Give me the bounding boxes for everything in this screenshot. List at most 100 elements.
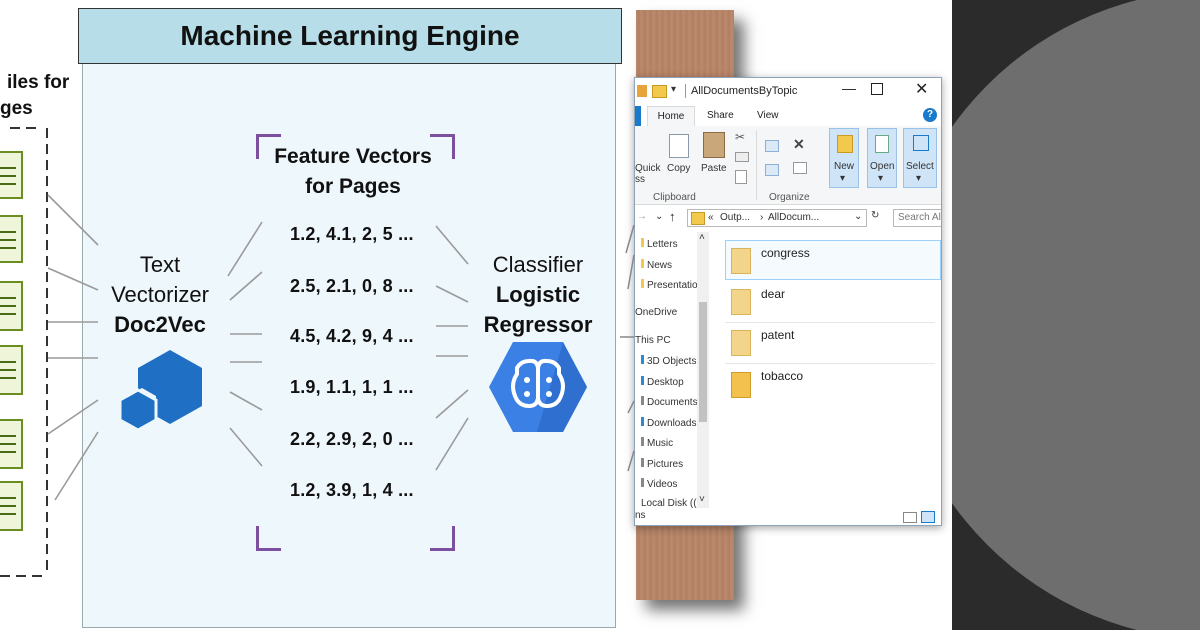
chevron-down-icon[interactable]: ⌄: [655, 211, 663, 222]
nav-item[interactable]: Desktop: [641, 376, 684, 388]
chevron-down-icon[interactable]: ▾: [671, 84, 676, 95]
paste-button[interactable]: Paste: [701, 163, 727, 174]
nav-item-this-pc[interactable]: This PC: [635, 335, 671, 346]
desktop-icon: [641, 376, 644, 385]
tab-share[interactable]: Share: [707, 110, 734, 121]
refresh-icon[interactable]: ↻: [871, 210, 879, 221]
bracket-bottom-left: [256, 526, 281, 551]
open-button[interactable]: Open ▾: [867, 128, 897, 188]
folder-name[interactable]: dear: [761, 287, 785, 301]
folder-icon: [731, 248, 751, 274]
background-connector-ticks: [620, 225, 635, 472]
nav-item-onedrive[interactable]: OneDrive: [635, 307, 677, 318]
downloads-icon: [641, 417, 644, 426]
address-bar-row: → ⌄ ↑ « Outp... › AllDocum... ⌄ ↻ Search…: [635, 208, 941, 230]
divider: [725, 322, 935, 323]
chevron-down-icon[interactable]: ⌄: [854, 211, 862, 222]
scrollbar-thumb[interactable]: [699, 302, 707, 422]
pin-icon[interactable]: [637, 85, 647, 97]
quick-access-button[interactable]: Quick ss: [635, 163, 661, 185]
vectorizer-label: Text Vectorizer Doc2Vec: [111, 252, 209, 337]
select-all-icon: [913, 135, 929, 151]
folder-icon: [731, 372, 751, 398]
paste-shortcut-icon[interactable]: [735, 170, 747, 184]
folder-icon: [641, 238, 644, 247]
pictures-icon: [641, 458, 644, 467]
details-view-icon[interactable]: [903, 512, 917, 523]
folder-name[interactable]: congress: [761, 246, 810, 260]
file-explorer-window: ▾ AllDocumentsByTopic — ✕ Home Share Vie…: [634, 77, 942, 526]
copy-path-icon[interactable]: [735, 152, 749, 162]
nav-item[interactable]: Local Disk ((: [641, 498, 697, 508]
help-icon[interactable]: ?: [923, 108, 937, 122]
folder-name[interactable]: patent: [761, 328, 794, 342]
folder-row-congress[interactable]: [725, 240, 941, 280]
nav-item[interactable]: News: [641, 259, 672, 271]
clipboard-group-label: Clipboard: [653, 192, 696, 203]
folder-icon: [641, 259, 644, 268]
feature-vector-row: 2.5, 2.1, 0, 8 ...: [290, 276, 414, 296]
documents-icon: [641, 396, 644, 405]
tab-view[interactable]: View: [757, 110, 779, 121]
close-icon[interactable]: ✕: [915, 79, 928, 99]
doc2vec-icon: [118, 350, 202, 432]
up-arrow-icon[interactable]: ↑: [669, 209, 676, 224]
chevron-down-icon: ▾: [916, 173, 922, 184]
music-icon: [641, 437, 644, 446]
search-input[interactable]: Search Al: [893, 209, 941, 227]
copy-icon[interactable]: [669, 134, 689, 158]
bracket-bottom-right: [430, 526, 455, 551]
folder-icon: [731, 330, 751, 356]
classifier-label: Classifier Logistic Regressor: [483, 252, 593, 337]
rename-icon[interactable]: [793, 162, 807, 174]
nav-item[interactable]: Videos: [641, 478, 677, 490]
feature-vectors-title: Feature Vectors for Pages: [274, 145, 432, 198]
maximize-icon[interactable]: [871, 83, 883, 95]
select-button[interactable]: Select ▾: [903, 128, 937, 188]
nav-item[interactable]: 3D Objects: [641, 355, 696, 367]
ribbon-tabs: Home Share View ?: [635, 106, 941, 127]
chevron-down-icon[interactable]: ˅: [699, 494, 705, 505]
nav-scrollbar[interactable]: ˄ ˅: [697, 232, 709, 508]
nav-item[interactable]: Music: [641, 437, 673, 449]
nav-item[interactable]: Downloads: [641, 417, 696, 429]
divider: [756, 130, 757, 200]
tab-home[interactable]: Home: [647, 106, 695, 127]
folder-icon: [731, 289, 751, 315]
ribbon: Quick ss Copy Paste ✂ Clipboard ✕ Organiz…: [635, 126, 941, 205]
copy-to-icon[interactable]: [765, 164, 779, 176]
window-title: AllDocumentsByTopic: [691, 85, 798, 97]
new-folder-button[interactable]: New ▾: [829, 128, 859, 188]
nav-item[interactable]: Letters: [641, 238, 678, 250]
file-tab[interactable]: [635, 106, 641, 126]
videos-icon: [641, 478, 644, 487]
folder-icon: [641, 279, 644, 288]
nav-item[interactable]: Presentation: [641, 279, 703, 291]
folder-name[interactable]: tobacco: [761, 369, 803, 383]
gray-circle: [952, 0, 1200, 630]
delete-icon[interactable]: ✕: [793, 136, 805, 153]
nav-item[interactable]: Pictures: [641, 458, 683, 470]
chevron-up-icon[interactable]: ˄: [699, 232, 705, 243]
move-to-icon[interactable]: [765, 140, 779, 152]
address-field[interactable]: « Outp... › AllDocum... ⌄: [687, 209, 867, 227]
minimize-icon[interactable]: —: [835, 80, 863, 102]
feature-vector-row: 1.2, 3.9, 1, 4 ...: [290, 480, 414, 500]
explorer-title-bar: ▾ AllDocumentsByTopic — ✕: [635, 78, 941, 106]
large-icons-view-icon[interactable]: [921, 511, 935, 523]
feature-vector-row: 1.2, 4.1, 2, 5 ...: [290, 224, 414, 244]
forward-arrow-icon[interactable]: →: [637, 211, 647, 222]
organize-group-label: Organize: [769, 192, 810, 203]
copy-button[interactable]: Copy: [667, 163, 690, 174]
paste-icon[interactable]: [703, 132, 725, 158]
chevron-down-icon: ▾: [840, 173, 846, 184]
nav-item[interactable]: Documents: [641, 396, 698, 408]
dark-background: [952, 0, 1200, 630]
feature-vector-row: 1.9, 1.1, 1, 1 ...: [290, 377, 414, 397]
status-bar: ns: [635, 508, 941, 525]
divider: [685, 84, 686, 98]
feature-vector-row: 2.2, 2.9, 2, 0 ...: [290, 429, 414, 449]
divider: [725, 363, 935, 364]
scissors-icon[interactable]: ✂: [735, 130, 745, 144]
brain-ml-icon: [489, 342, 587, 432]
